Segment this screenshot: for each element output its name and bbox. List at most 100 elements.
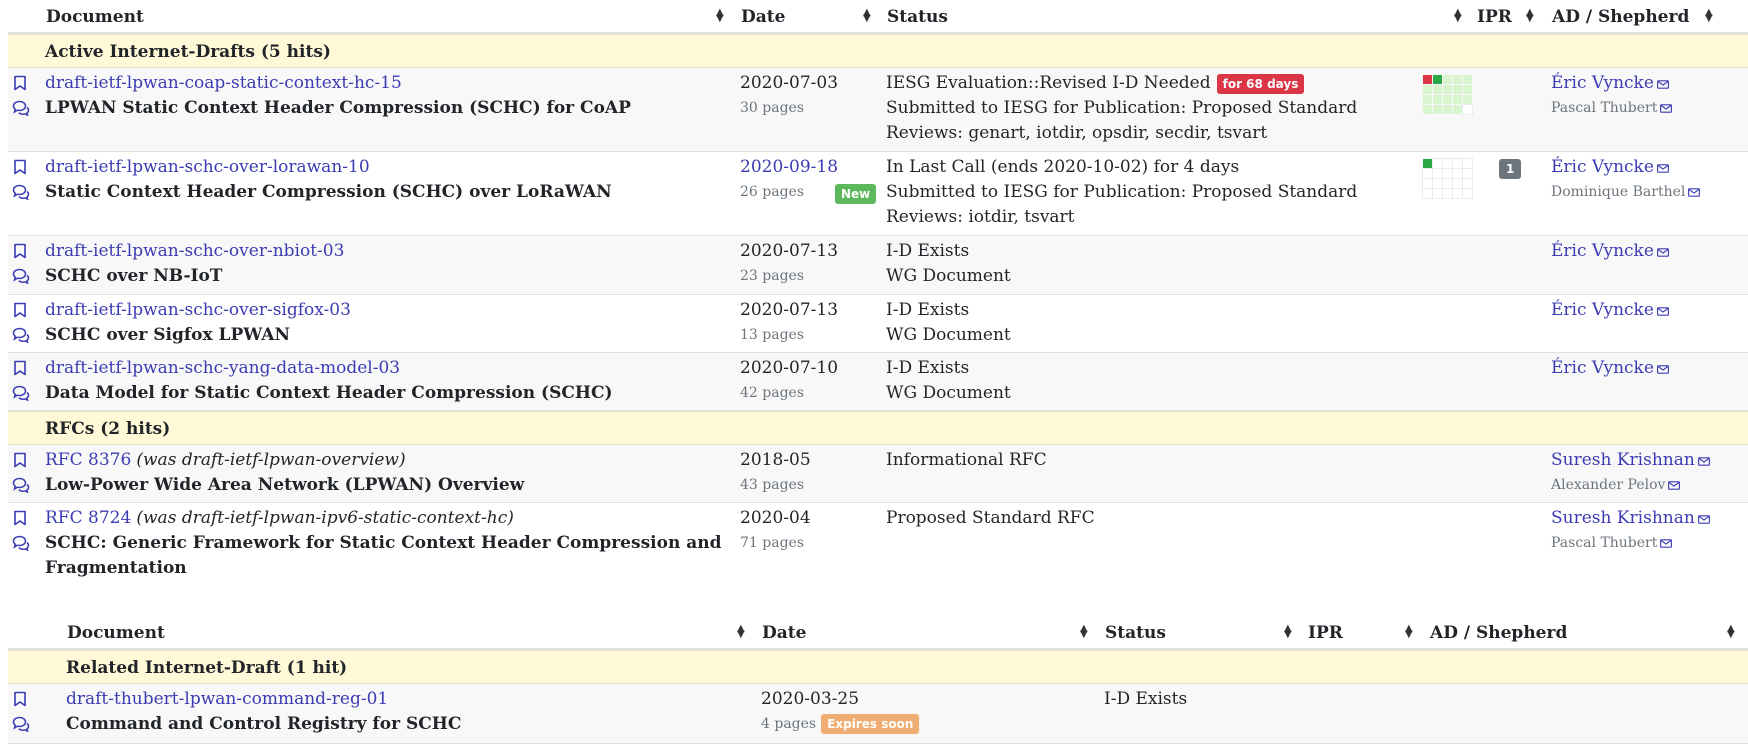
sort-icon[interactable]: ▲ ▼ — [1727, 624, 1735, 640]
ad-link[interactable]: Éric Vyncke — [1551, 73, 1654, 93]
sort-icon[interactable]: ▲ ▼ — [1526, 8, 1534, 24]
envelope-icon[interactable] — [1688, 182, 1700, 201]
ad-link[interactable]: Éric Vyncke — [1551, 300, 1654, 320]
ballot-grid-icon[interactable] — [1423, 75, 1473, 115]
envelope-icon[interactable] — [1657, 242, 1669, 261]
bookmark-icon[interactable] — [12, 360, 30, 378]
bookmark-icon[interactable] — [12, 75, 30, 93]
rfc-link[interactable]: RFC 8724 — [45, 508, 131, 528]
shepherd-name[interactable]: Dominique Barthel — [1551, 184, 1685, 200]
envelope-icon[interactable] — [1657, 301, 1669, 320]
page-count: 30 pages — [740, 100, 805, 116]
sort-icon[interactable]: ▲ ▼ — [737, 624, 745, 640]
comments-icon[interactable] — [12, 100, 30, 118]
header-document[interactable]: Document — [46, 7, 144, 27]
header-date[interactable]: Date — [741, 7, 785, 27]
status-text: Informational RFC — [886, 450, 1047, 470]
shepherd-name[interactable]: Pascal Thubert — [1551, 100, 1657, 116]
header-ad-shepherd[interactable]: AD / Shepherd — [1430, 623, 1567, 643]
page-count: 23 pages — [740, 268, 805, 284]
status-text: I-D Exists — [1104, 689, 1188, 709]
table-row: draft-thubert-lpwan-command-reg-01 Comma… — [8, 684, 1748, 744]
bookmark-icon[interactable] — [12, 691, 30, 709]
envelope-icon[interactable] — [1657, 158, 1669, 177]
document-link[interactable]: draft-ietf-lpwan-schc-yang-data-model-03 — [45, 358, 400, 378]
ad-link[interactable]: Éric Vyncke — [1551, 241, 1654, 261]
document-link[interactable]: draft-ietf-lpwan-schc-over-sigfox-03 — [45, 300, 351, 320]
page-count: 13 pages — [740, 327, 805, 343]
documents-table: Document ▲ ▼ Date ▲ ▼ Status ▲ ▼ IPR ▲ ▼ AD … — [8, 0, 1748, 585]
envelope-icon[interactable] — [1668, 475, 1680, 494]
header-status[interactable]: Status — [1105, 623, 1166, 643]
comments-icon[interactable] — [12, 184, 30, 202]
ballot-grid-icon[interactable] — [1422, 158, 1473, 199]
document-date: 2020-07-03 — [740, 73, 839, 93]
comments-icon[interactable] — [12, 268, 30, 286]
status-text: WG Document — [886, 266, 1011, 286]
shepherd-name[interactable]: Alexander Pelov — [1551, 477, 1665, 493]
rfc-link[interactable]: RFC 8376 — [45, 450, 131, 470]
document-link[interactable]: draft-thubert-lpwan-command-reg-01 — [66, 689, 388, 709]
comments-icon[interactable] — [12, 477, 30, 495]
bookmark-icon[interactable] — [12, 510, 30, 528]
envelope-icon[interactable] — [1698, 509, 1710, 528]
bookmark-icon[interactable] — [12, 452, 30, 470]
envelope-icon[interactable] — [1657, 74, 1669, 93]
table-header: Document ▲ ▼ Date ▲ ▼ Status ▲ ▼ IPR ▲ ▼ AD … — [8, 0, 1748, 34]
days-badge: for 68 days — [1216, 73, 1305, 94]
document-date: 2020-07-13 — [740, 300, 839, 320]
header-ipr[interactable]: IPR — [1477, 7, 1512, 27]
document-link[interactable]: draft-ietf-lpwan-coap-static-context-hc-… — [45, 73, 402, 93]
ad-link[interactable]: Éric Vyncke — [1551, 157, 1654, 177]
was-draft-note: (was draft-ietf-lpwan-overview) — [136, 450, 406, 470]
envelope-icon[interactable] — [1660, 533, 1672, 552]
table-row: RFC 8724 (was draft-ietf-lpwan-ipv6-stat… — [8, 503, 1748, 585]
table-row: draft-ietf-lpwan-schc-over-nbiot-03 SCHC… — [8, 236, 1748, 295]
ad-link[interactable]: Suresh Krishnan — [1551, 508, 1695, 528]
comments-icon[interactable] — [12, 535, 30, 553]
reviews-text: Reviews: iotdir, tsvart — [886, 207, 1075, 227]
table-row: RFC 8376 (was draft-ietf-lpwan-overview)… — [8, 445, 1748, 503]
envelope-icon[interactable] — [1657, 359, 1669, 378]
status-text: Proposed Standard RFC — [886, 508, 1095, 528]
document-date: 2020-03-25 — [761, 689, 860, 709]
shepherd-name[interactable]: Pascal Thubert — [1551, 535, 1657, 551]
document-date-link[interactable]: 2020-09-18 — [740, 157, 838, 177]
header-ipr[interactable]: IPR — [1308, 623, 1343, 643]
sort-icon[interactable]: ▲ ▼ — [716, 8, 724, 24]
status-text: Submitted to IESG for Publication: Propo… — [886, 182, 1358, 202]
bookmark-icon[interactable] — [12, 243, 30, 261]
sort-icon[interactable]: ▲ ▼ — [1284, 624, 1292, 640]
page-count: 42 pages — [740, 385, 805, 401]
envelope-icon[interactable] — [1660, 98, 1672, 117]
bookmark-icon[interactable] — [12, 159, 30, 177]
page-count: 43 pages — [740, 477, 805, 493]
comments-icon[interactable] — [12, 385, 30, 403]
sort-icon[interactable]: ▲ ▼ — [1705, 8, 1713, 24]
table-header: Document ▲ ▼ Date ▲ ▼ Status ▲ ▼ IPR ▲ ▼ AD … — [8, 616, 1748, 650]
envelope-icon[interactable] — [1698, 451, 1710, 470]
ad-link[interactable]: Suresh Krishnan — [1551, 450, 1695, 470]
ipr-count-badge[interactable]: 1 — [1499, 159, 1522, 179]
sort-icon[interactable]: ▲ ▼ — [863, 8, 871, 24]
status-text: I-D Exists — [886, 358, 970, 378]
status-text: I-D Exists — [886, 241, 970, 261]
comments-icon[interactable] — [12, 716, 30, 734]
sort-icon[interactable]: ▲ ▼ — [1405, 624, 1413, 640]
ad-link[interactable]: Éric Vyncke — [1551, 358, 1654, 378]
header-date[interactable]: Date — [762, 623, 806, 643]
header-document[interactable]: Document — [67, 623, 165, 643]
document-link[interactable]: draft-ietf-lpwan-schc-over-lorawan-10 — [45, 157, 370, 177]
sort-icon[interactable]: ▲ ▼ — [1454, 8, 1462, 24]
header-ad-shepherd[interactable]: AD / Shepherd — [1552, 7, 1689, 27]
header-status[interactable]: Status — [887, 7, 948, 27]
document-title: Static Context Header Compression (SCHC)… — [45, 182, 612, 202]
document-link[interactable]: draft-ietf-lpwan-schc-over-nbiot-03 — [45, 241, 344, 261]
bookmark-icon[interactable] — [12, 302, 30, 320]
new-badge: New — [835, 184, 877, 204]
table-row: draft-ietf-lpwan-coap-static-context-hc-… — [8, 68, 1748, 152]
comments-icon[interactable] — [12, 327, 30, 345]
table-row: draft-ietf-lpwan-schc-yang-data-model-03… — [8, 353, 1748, 411]
group-rfcs: RFCs (2 hits) — [8, 411, 1748, 445]
sort-icon[interactable]: ▲ ▼ — [1080, 624, 1088, 640]
